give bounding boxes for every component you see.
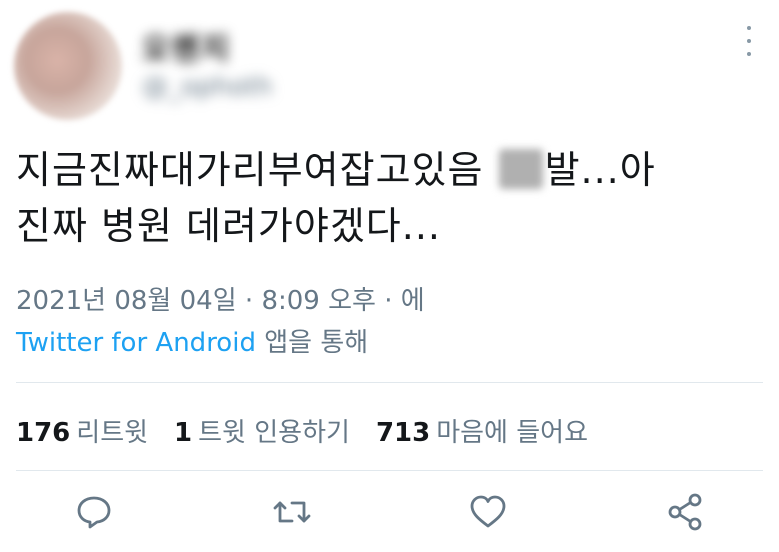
tweet-source: Twitter for Android 앱을 통해 (16, 322, 368, 359)
censored-word (498, 149, 543, 189)
divider (16, 382, 763, 383)
more-options-icon[interactable] (745, 26, 753, 56)
quote-stat[interactable]: 1 트윗 인용하기 (174, 412, 350, 449)
reply-icon (77, 496, 111, 529)
divider (16, 470, 763, 471)
reply-button[interactable] (72, 490, 116, 534)
tweet-text: 지금진짜대가리부여잡고있음 발...아 진짜 병원 데려가야겠다... (16, 142, 756, 254)
tweet-timestamp[interactable]: 2021년 08월 04일 · 8:09 오후 · 에 (16, 280, 425, 317)
avatar[interactable] (14, 12, 122, 120)
display-name[interactable]: 오렌지 (142, 24, 231, 68)
like-button[interactable] (466, 490, 510, 534)
like-count: 713 (375, 418, 431, 448)
retweet-stat[interactable]: 176 리트윗 (16, 412, 148, 449)
tweet-text-part1: 지금진짜대가리부여잡고있음 (16, 148, 497, 192)
retweet-button[interactable] (270, 490, 314, 534)
like-icon (470, 495, 506, 528)
tweet-date: 2021년 08월 04일 (16, 286, 237, 316)
like-stat[interactable]: 713 마음에 들어요 (376, 412, 588, 449)
user-handle[interactable]: @_ophoth (142, 72, 272, 102)
quote-label: 트윗 인용하기 (198, 418, 350, 448)
tweet-actions (0, 490, 779, 540)
retweet-icon (273, 501, 311, 523)
separator: · (375, 286, 401, 316)
separator: · (236, 286, 262, 316)
tweet-text-line2: 진짜 병원 데려가야겠다... (16, 204, 441, 248)
tweet-stats: 176 리트윗 1 트윗 인용하기 713 마음에 들어요 (16, 412, 588, 449)
source-suffix: 앱을 통해 (255, 328, 369, 358)
retweet-label: 리트윗 (76, 418, 149, 448)
meta-suffix: 에 (400, 286, 425, 316)
retweet-count: 176 (16, 418, 71, 448)
quote-count: 1 (174, 418, 193, 448)
source-app-link[interactable]: Twitter for Android (16, 328, 256, 358)
like-label: 마음에 들어요 (436, 418, 589, 448)
share-button[interactable] (664, 490, 708, 534)
tweet-text-part2: 발...아 (544, 148, 656, 192)
share-icon (668, 493, 702, 531)
tweet-time: 8:09 오후 (261, 286, 376, 316)
